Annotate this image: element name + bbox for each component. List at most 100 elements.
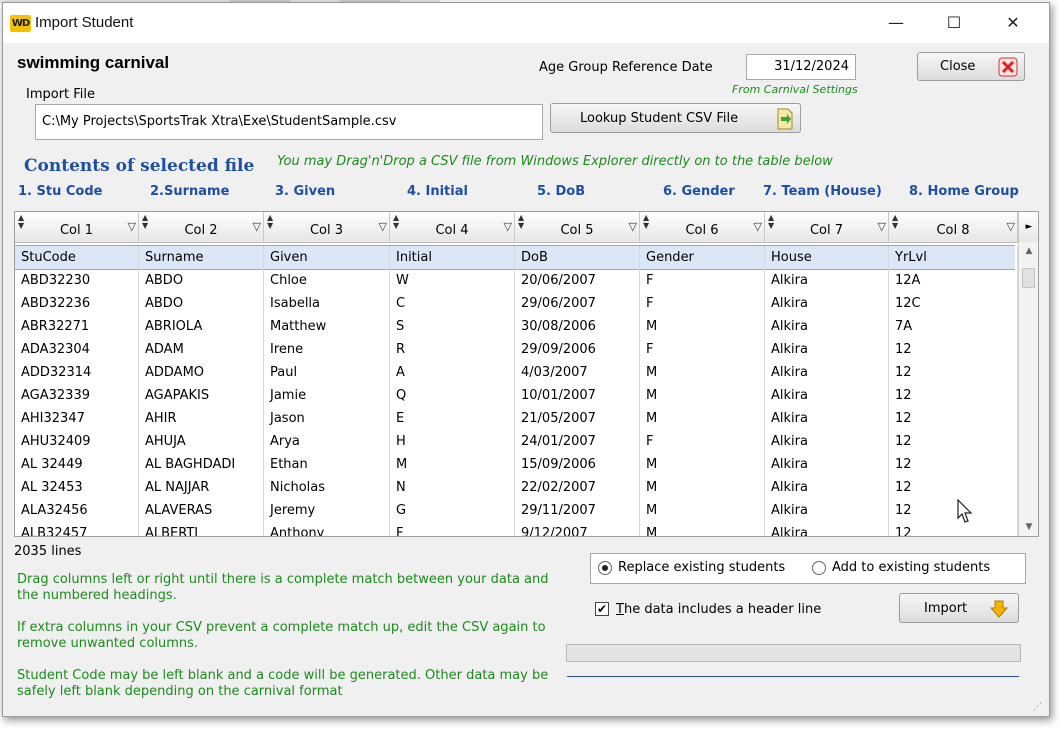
table-cell[interactable]: Initial [390,246,515,269]
table-cell[interactable]: ABDO [139,269,264,292]
table-cell[interactable]: Alkira [765,361,889,384]
scroll-right-arrow-icon[interactable]: ► [1018,212,1038,242]
table-cell[interactable]: 12 [889,338,1018,361]
table-cell[interactable]: Alkira [765,453,889,476]
table-cell[interactable]: 12A [889,269,1018,292]
table-cell[interactable]: Matthew [264,315,390,338]
window-close-button[interactable]: ✕ [990,3,1036,43]
title-bar[interactable]: WD Import Student — ☐ ✕ [3,3,1049,43]
table-row[interactable]: ADA32304 ADAM Irene R 29/09/2006 F Alkira 12 [15,338,1018,361]
age-group-date-field[interactable]: 31/12/2024 [746,54,856,80]
table-cell[interactable]: Alkira [765,499,889,522]
table-cell[interactable]: A [390,361,515,384]
table-row[interactable]: ADD32314 ADDAMO Paul A 4/03/2007 M Alkira 12 [15,361,1018,384]
table-cell[interactable]: F [640,292,765,315]
filter-funnel-icon[interactable]: ▽ [629,220,637,233]
table-row[interactable]: ABD32230 ABDO Chloe W 20/06/2007 F Alkira 12A [15,269,1018,292]
table-cell[interactable]: Gender [640,246,765,269]
table-row[interactable]: ALB32457 ALBERTI Anthony F 9/12/2007 M Alkira 1… [15,522,1018,536]
table-cell[interactable]: 12 [889,384,1018,407]
table-cell[interactable]: 22/02/2007 [515,476,640,499]
table-cell[interactable]: Jeremy [264,499,390,522]
table-cell[interactable]: M [640,499,765,522]
filter-funnel-icon[interactable]: ▽ [1007,220,1015,233]
scroll-up-arrow-icon[interactable]: ▲ [1019,246,1038,256]
resize-grip-icon[interactable]: ⋰ [1033,702,1042,712]
table-cell[interactable]: AL 32449 [15,453,139,476]
table-cell[interactable]: M [640,476,765,499]
scrollbar-thumb[interactable] [1022,268,1035,288]
table-cell[interactable]: F [390,522,515,536]
table-cell[interactable]: G [390,499,515,522]
table-cell[interactable]: ABR32271 [15,315,139,338]
filter-funnel-icon[interactable]: ▽ [379,220,387,233]
header-line-checkbox[interactable]: ✔ [595,602,609,616]
grid-header-line-row[interactable]: StuCode Surname Given Initial DoB Gender House… [15,245,1018,270]
add-students-label[interactable]: Add to existing students [832,560,990,575]
table-cell[interactable]: Alkira [765,269,889,292]
grid-column-header[interactable]: ▲ ▼ Col 8 ▽ [889,212,1018,242]
grid-column-header[interactable]: ▲ ▼ Col 2 ▽ [139,212,264,242]
table-row[interactable]: AL 32453 AL NAJJAR Nicholas N 22/02/2007 M Alk… [15,476,1018,499]
table-cell[interactable]: N [390,476,515,499]
table-cell[interactable]: 9/12/2007 [515,522,640,536]
table-cell[interactable]: AL NAJJAR [139,476,264,499]
table-row[interactable]: AL 32449 AL BAGHDADI Ethan M 15/09/2006 M Alki… [15,453,1018,476]
table-cell[interactable]: AGA32339 [15,384,139,407]
close-button[interactable]: Close [917,52,1025,81]
table-cell[interactable]: AGAPAKIS [139,384,264,407]
table-cell[interactable]: 10/01/2007 [515,384,640,407]
replace-students-label[interactable]: Replace existing students [618,560,785,575]
table-cell[interactable]: C [390,292,515,315]
table-cell[interactable]: Alkira [765,338,889,361]
table-cell[interactable]: ADA32304 [15,338,139,361]
table-cell[interactable]: Given [264,246,390,269]
table-cell[interactable]: ALBERTI [139,522,264,536]
table-cell[interactable]: 29/09/2006 [515,338,640,361]
table-cell[interactable]: 12 [889,407,1018,430]
table-cell[interactable]: 20/06/2007 [515,269,640,292]
scroll-down-arrow-icon[interactable]: ▼ [1019,522,1038,532]
table-cell[interactable]: AL BAGHDADI [139,453,264,476]
table-cell[interactable]: AHUJA [139,430,264,453]
table-cell[interactable]: AL 32453 [15,476,139,499]
header-line-label[interactable]: The data includes a header line [616,602,821,617]
table-cell[interactable]: 24/01/2007 [515,430,640,453]
table-cell[interactable]: ADD32314 [15,361,139,384]
table-cell[interactable]: W [390,269,515,292]
table-cell[interactable]: Ethan [264,453,390,476]
table-cell[interactable]: Jason [264,407,390,430]
table-cell[interactable]: F [640,430,765,453]
table-cell[interactable]: 4/03/2007 [515,361,640,384]
table-cell[interactable]: H [390,430,515,453]
table-cell[interactable]: ABRIOLA [139,315,264,338]
grid-column-header[interactable]: ▲ ▼ Col 6 ▽ [640,212,765,242]
table-cell[interactable]: M [390,453,515,476]
table-cell[interactable]: 29/11/2007 [515,499,640,522]
table-cell[interactable]: DoB [515,246,640,269]
table-cell[interactable]: Nicholas [264,476,390,499]
table-cell[interactable]: 12C [889,292,1018,315]
table-cell[interactable]: S [390,315,515,338]
table-cell[interactable]: Alkira [765,476,889,499]
vertical-scrollbar[interactable]: ▲ ▼ [1018,242,1038,536]
filter-funnel-icon[interactable]: ▽ [878,220,886,233]
table-row[interactable]: ALA32456 ALAVERAS Jeremy G 29/11/2007 M Alkira… [15,499,1018,522]
table-row[interactable]: ABR32271 ABRIOLA Matthew S 30/08/2006 M Alkira… [15,315,1018,338]
table-cell[interactable]: E [390,407,515,430]
table-cell[interactable]: StuCode [15,246,139,269]
import-button[interactable]: Import [899,593,1019,623]
lookup-csv-button[interactable]: Lookup Student CSV File [550,103,801,133]
table-cell[interactable]: M [640,522,765,536]
filter-funnel-icon[interactable]: ▽ [754,220,762,233]
grid-column-header[interactable]: ▲ ▼ Col 7 ▽ [765,212,889,242]
table-cell[interactable]: 12 [889,522,1018,536]
table-cell[interactable]: ALA32456 [15,499,139,522]
table-cell[interactable]: Alkira [765,522,889,536]
table-cell[interactable]: 12 [889,476,1018,499]
table-cell[interactable]: M [640,407,765,430]
grid-column-header[interactable]: ▲ ▼ Col 4 ▽ [390,212,515,242]
table-row[interactable]: AHU32409 AHUJA Arya H 24/01/2007 F Alkira 12 [15,430,1018,453]
filter-funnel-icon[interactable]: ▽ [128,220,136,233]
table-cell[interactable]: Arya [264,430,390,453]
